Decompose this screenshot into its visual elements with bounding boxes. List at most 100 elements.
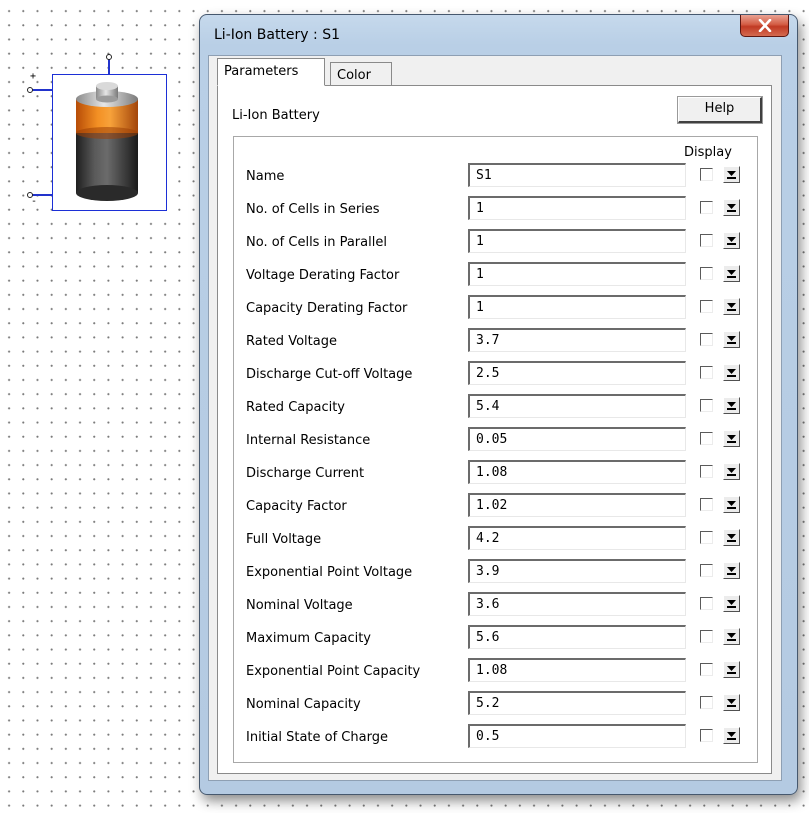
display-checkbox[interactable] — [700, 300, 713, 313]
param-value-field[interactable] — [468, 658, 686, 682]
display-checkbox[interactable] — [700, 630, 713, 643]
param-label: Nominal Capacity — [246, 697, 361, 712]
display-options-dropdown[interactable] — [723, 397, 740, 414]
param-value-field[interactable] — [468, 460, 686, 484]
param-row: Nominal Voltage — [234, 589, 757, 622]
param-value-field[interactable] — [468, 361, 686, 385]
display-checkbox[interactable] — [700, 465, 713, 478]
display-checkbox[interactable] — [700, 663, 713, 676]
param-value-field[interactable] — [468, 526, 686, 550]
tab-parameters-label: Parameters — [224, 64, 299, 79]
display-options-dropdown[interactable] — [723, 232, 740, 249]
display-options-dropdown[interactable] — [723, 661, 740, 678]
display-checkbox[interactable] — [700, 696, 713, 709]
display-checkbox[interactable] — [700, 267, 713, 280]
display-checkbox[interactable] — [700, 498, 713, 511]
param-row: No. of Cells in Parallel — [234, 226, 757, 259]
display-checkbox[interactable] — [700, 531, 713, 544]
display-options-dropdown[interactable] — [723, 364, 740, 381]
param-row: Capacity Factor — [234, 490, 757, 523]
param-row: Voltage Derating Factor — [234, 259, 757, 292]
param-label: Discharge Cut-off Voltage — [246, 367, 413, 382]
param-value-field[interactable] — [468, 427, 686, 451]
dialog-client-area: Parameters Color Li-Ion Battery Help Dis… — [208, 55, 782, 781]
tab-parameters[interactable]: Parameters — [217, 58, 325, 86]
dialog-title: Li-Ion Battery : S1 — [214, 27, 340, 43]
param-row: Capacity Derating Factor — [234, 292, 757, 325]
param-label: No. of Cells in Parallel — [246, 235, 387, 250]
display-checkbox[interactable] — [700, 201, 713, 214]
parameters-panel: Li-Ion Battery Help Display Name No. of C… — [217, 85, 772, 774]
display-options-dropdown[interactable] — [723, 298, 740, 315]
display-options-dropdown[interactable] — [723, 628, 740, 645]
display-options-dropdown[interactable] — [723, 331, 740, 348]
battery-symbol-box[interactable] — [52, 74, 167, 211]
param-value-field[interactable] — [468, 229, 686, 253]
display-checkbox[interactable] — [700, 432, 713, 445]
close-button[interactable] — [740, 15, 789, 37]
display-options-dropdown[interactable] — [723, 595, 740, 612]
dropdown-arrow-icon — [727, 336, 736, 344]
param-value-field[interactable] — [468, 262, 686, 286]
display-checkbox[interactable] — [700, 729, 713, 742]
display-options-dropdown[interactable] — [723, 694, 740, 711]
dropdown-arrow-icon — [727, 567, 736, 575]
param-label: Exponential Point Capacity — [246, 664, 421, 679]
param-value-field[interactable] — [468, 625, 686, 649]
display-checkbox[interactable] — [700, 168, 713, 181]
negative-terminal-label: - — [31, 196, 38, 207]
param-value-field[interactable] — [468, 295, 686, 319]
param-row: Exponential Point Voltage — [234, 556, 757, 589]
top-terminal-pin[interactable] — [106, 54, 112, 60]
param-row: No. of Cells in Series — [234, 193, 757, 226]
dialog-titlebar[interactable]: Li-Ion Battery : S1 — [200, 15, 797, 49]
display-options-dropdown[interactable] — [723, 727, 740, 744]
help-button[interactable]: Help — [677, 96, 763, 124]
param-row: Rated Voltage — [234, 325, 757, 358]
dropdown-arrow-icon — [727, 600, 736, 608]
param-value-field[interactable] — [468, 691, 686, 715]
param-value-field[interactable] — [468, 493, 686, 517]
battery-properties-dialog: Li-Ion Battery : S1 Parameters Color Li-… — [199, 14, 798, 795]
param-row: Name — [234, 160, 757, 193]
param-row: Initial State of Charge — [234, 721, 757, 754]
display-checkbox[interactable] — [700, 597, 713, 610]
positive-terminal-pin[interactable] — [27, 87, 33, 93]
top-terminal-wire — [108, 59, 110, 75]
display-options-dropdown[interactable] — [723, 562, 740, 579]
display-column-header: Display — [684, 145, 732, 160]
param-value-field[interactable] — [468, 328, 686, 352]
param-label: Rated Capacity — [246, 400, 346, 415]
param-value-field[interactable] — [468, 196, 686, 220]
dropdown-arrow-icon — [727, 204, 736, 212]
param-label: Capacity Derating Factor — [246, 301, 408, 316]
display-options-dropdown[interactable] — [723, 463, 740, 480]
dropdown-arrow-icon — [727, 501, 736, 509]
display-options-dropdown[interactable] — [723, 529, 740, 546]
param-value-field[interactable] — [468, 559, 686, 583]
param-value-field[interactable] — [468, 163, 686, 187]
display-options-dropdown[interactable] — [723, 166, 740, 183]
param-label: Exponential Point Voltage — [246, 565, 413, 580]
param-value-field[interactable] — [468, 394, 686, 418]
display-options-dropdown[interactable] — [723, 199, 740, 216]
param-row: Rated Capacity — [234, 391, 757, 424]
param-row: Internal Resistance — [234, 424, 757, 457]
display-checkbox[interactable] — [700, 564, 713, 577]
positive-terminal-wire — [32, 89, 53, 91]
dropdown-arrow-icon — [727, 435, 736, 443]
param-value-field[interactable] — [468, 592, 686, 616]
display-checkbox[interactable] — [700, 366, 713, 379]
display-checkbox[interactable] — [700, 234, 713, 247]
tab-color[interactable]: Color — [330, 62, 392, 87]
display-options-dropdown[interactable] — [723, 265, 740, 282]
display-checkbox[interactable] — [700, 333, 713, 346]
display-options-dropdown[interactable] — [723, 430, 740, 447]
dropdown-arrow-icon — [727, 270, 736, 278]
display-checkbox[interactable] — [700, 399, 713, 412]
param-label: Nominal Voltage — [246, 598, 353, 613]
param-value-field[interactable] — [468, 724, 686, 748]
dropdown-arrow-icon — [727, 303, 736, 311]
parameters-group: Display Name No. of Cells in Series No. of… — [233, 136, 758, 763]
display-options-dropdown[interactable] — [723, 496, 740, 513]
